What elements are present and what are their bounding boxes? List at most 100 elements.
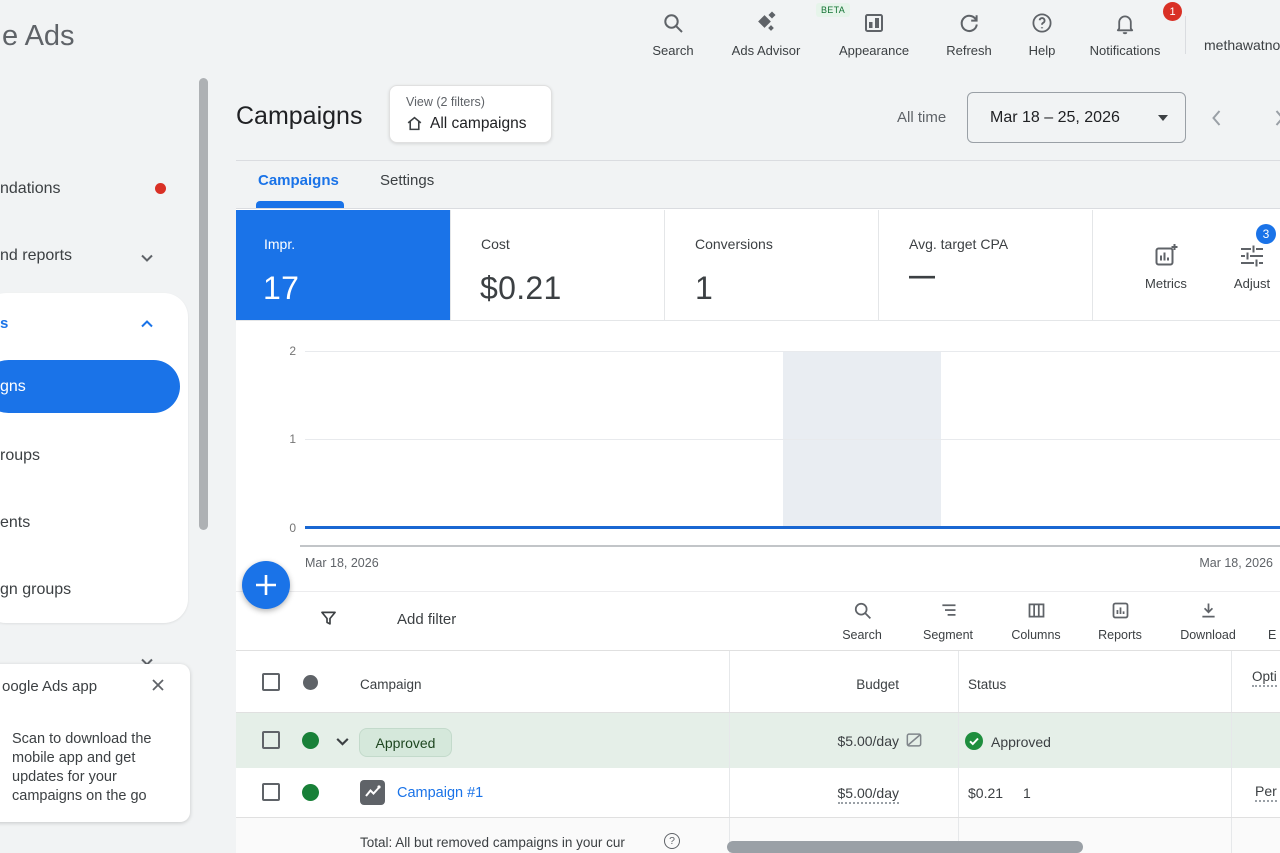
add-campaign-fab[interactable]: [242, 561, 290, 609]
notifications-count-badge: 1: [1163, 2, 1182, 21]
expand-button[interactable]: E: [1268, 628, 1276, 642]
header-campaign[interactable]: Campaign: [360, 677, 422, 692]
header-divider: [236, 160, 1280, 161]
scorecard-conversions[interactable]: Conversions 1: [664, 210, 878, 320]
scorecard-cost[interactable]: Cost $0.21: [450, 210, 664, 320]
google-ads-app: Search BETA Ads Advisor Appearance Refre…: [0, 0, 1280, 853]
topbar-refresh-label: Refresh: [946, 43, 992, 58]
sidebar-item-insights-reports[interactable]: nd reports: [0, 247, 72, 265]
scorecard-bottom-border: [236, 320, 1280, 321]
adjust-sliders-icon: 3: [1238, 240, 1266, 270]
filter-row-checkbox[interactable]: [262, 731, 280, 749]
status-chip-approved[interactable]: Approved: [359, 728, 452, 757]
sidebar-section-header[interactable]: s: [0, 315, 8, 332]
header-status[interactable]: Status: [968, 677, 1006, 692]
segment-button[interactable]: Segment: [908, 599, 988, 642]
topbar-search-label: Search: [652, 43, 693, 58]
filter-row-status-text: Approved: [991, 734, 1051, 750]
download-icon: [1198, 599, 1219, 621]
date-prev-chevron-icon[interactable]: [1206, 107, 1228, 129]
scorecard-impressions-selected[interactable]: Impr. 17: [236, 210, 450, 320]
home-icon: [405, 114, 424, 133]
search-icon: [661, 8, 685, 38]
sidebar-recommendations-label: ndations: [0, 180, 61, 197]
filter-row-status-dot[interactable]: [302, 732, 319, 749]
sidebar-item-experiments[interactable]: ents: [0, 514, 30, 532]
sidebar-scrollbar[interactable]: [199, 78, 208, 530]
topbar-search-button[interactable]: Search: [625, 8, 721, 58]
segment-label: Segment: [923, 628, 973, 642]
scorecard-impr-value: 17: [263, 270, 299, 307]
bell-icon: 1: [1113, 8, 1137, 38]
gridline-2: [305, 351, 1280, 352]
sidebar-campaign-groups-label: gn groups: [0, 581, 71, 598]
scorecard-avg-target-cpa[interactable]: Avg. target CPA —: [878, 210, 1092, 320]
metrics-icon: [1153, 240, 1179, 270]
sidebar-campaigns-label: gns: [0, 378, 26, 396]
scorecard-divider-2: [664, 210, 665, 320]
toolbar-bottom-border: [236, 650, 1280, 651]
topbar-ads-advisor-button[interactable]: BETA Ads Advisor: [718, 8, 814, 58]
date-range-picker[interactable]: Mar 18 – 25, 2026: [967, 92, 1186, 143]
adjust-button[interactable]: 3 Adjust: [1210, 240, 1280, 291]
campaign-status-dot[interactable]: [302, 784, 319, 801]
topbar-notifications-button[interactable]: 1 Notifications: [1077, 8, 1173, 58]
table-search-label: Search: [842, 628, 882, 642]
page-title: Campaigns: [236, 102, 362, 131]
topbar-appearance-button[interactable]: Appearance: [826, 8, 922, 58]
chart-range-slider-track[interactable]: [300, 545, 1280, 547]
topbar-notifications-label: Notifications: [1090, 43, 1161, 58]
help-icon: [1030, 8, 1054, 38]
chart-series-line: [305, 526, 1280, 529]
recommendations-alert-dot: [155, 183, 166, 194]
header-optimization-score[interactable]: Opti: [1252, 669, 1277, 687]
add-filter-button[interactable]: Add filter: [397, 611, 456, 628]
sidebar-item-recommendations[interactable]: ndations: [0, 180, 61, 198]
columns-button[interactable]: Columns: [996, 599, 1076, 642]
download-button[interactable]: Download: [1168, 599, 1248, 642]
sidebar-ad-groups-label: roups: [0, 447, 40, 464]
campaign-budget-value[interactable]: $5.00/day: [838, 785, 900, 804]
account-name[interactable]: methawatno: [1204, 37, 1280, 53]
sidebar-item-campaign-groups[interactable]: gn groups: [0, 581, 71, 599]
campaign-row-checkbox[interactable]: [262, 783, 280, 801]
table-search-icon: [852, 599, 873, 621]
select-all-checkbox[interactable]: [262, 673, 280, 691]
date-next-chevron-icon[interactable]: [1268, 107, 1280, 129]
filter-funnel-icon[interactable]: [318, 608, 339, 629]
campaign-name-link[interactable]: Campaign #1: [397, 785, 483, 801]
metrics-label: Metrics: [1145, 276, 1187, 291]
tab-settings[interactable]: Settings: [380, 172, 434, 189]
help-circle-icon[interactable]: ?: [664, 833, 680, 849]
total-row-label: Total: All but removed campaigns in your…: [360, 835, 625, 850]
caret-down-icon: [1158, 115, 1168, 121]
header-budget[interactable]: Budget: [799, 677, 899, 692]
reports-button[interactable]: Reports: [1080, 599, 1160, 642]
plus-icon: [242, 561, 290, 609]
view-filter-chip[interactable]: View (2 filters) All campaigns: [389, 85, 552, 143]
scorecard-divider-1: [450, 210, 451, 320]
tab-campaigns[interactable]: Campaigns: [258, 172, 339, 189]
close-icon[interactable]: [149, 676, 167, 694]
filter-row-chevron-down-icon[interactable]: [334, 733, 351, 750]
columns-icon: [1026, 599, 1047, 621]
image-disabled-icon: [904, 730, 924, 750]
chevron-down-icon[interactable]: [139, 250, 155, 266]
metrics-button[interactable]: Metrics: [1124, 240, 1208, 291]
gridline-1: [305, 439, 1280, 440]
filter-row-budget[interactable]: $5.00/day: [763, 733, 899, 749]
ads-advisor-sparkle-icon: BETA: [752, 8, 780, 38]
sidebar-item-campaigns-active[interactable]: gns: [0, 360, 180, 413]
topbar-help-button[interactable]: Help: [994, 8, 1090, 58]
y-tick-1: 1: [282, 432, 296, 446]
reports-label: Reports: [1098, 628, 1142, 642]
sidebar-item-ad-groups[interactable]: roups: [0, 447, 40, 465]
columns-label: Columns: [1011, 628, 1060, 642]
campaign-row-budget[interactable]: $5.00/day: [763, 785, 899, 801]
sidebar-reports-label: nd reports: [0, 247, 72, 264]
chevron-up-icon[interactable]: [139, 316, 155, 332]
status-filter-dot[interactable]: [303, 675, 318, 690]
table-horizontal-scrollbar[interactable]: [727, 841, 1083, 853]
x-label-left: Mar 18, 2026: [305, 556, 379, 570]
table-search-button[interactable]: Search: [822, 599, 902, 642]
